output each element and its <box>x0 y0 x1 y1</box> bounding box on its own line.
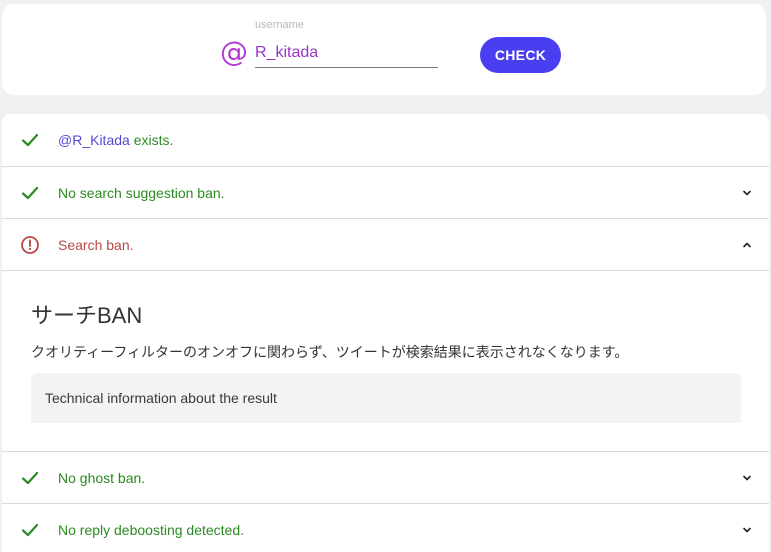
check-icon <box>21 133 39 147</box>
at-sign-icon: @ <box>220 35 248 68</box>
result-text: @R_Kitada exists. <box>58 132 174 148</box>
chevron-down-icon[interactable] <box>741 187 753 199</box>
search-card: @ username CHECK <box>2 4 766 95</box>
chevron-down-icon[interactable] <box>741 524 753 536</box>
username-input[interactable] <box>255 38 438 68</box>
result-text: Search ban. <box>58 236 134 253</box>
result-text: No reply deboosting detected. <box>58 521 245 538</box>
result-row-ghost-ban[interactable]: No ghost ban. <box>2 451 769 503</box>
chevron-up-icon[interactable] <box>741 239 753 251</box>
user-link[interactable]: @R_Kitada <box>58 132 130 148</box>
result-row-reply-deboosting[interactable]: No reply deboosting detected. <box>2 503 769 552</box>
chevron-down-icon[interactable] <box>741 472 753 484</box>
check-icon <box>21 523 39 536</box>
check-button[interactable]: CHECK <box>480 37 561 73</box>
search-ban-detail-panel: サーチBAN クオリティーフィルターのオンオフに関わらず、ツイートが検索結果に表… <box>2 270 769 451</box>
result-text: No search suggestion ban. <box>58 184 225 201</box>
result-row-exists: @R_Kitada exists. <box>2 114 769 166</box>
username-label: username <box>255 19 304 31</box>
result-row-search-suggestion[interactable]: No search suggestion ban. <box>2 166 769 218</box>
check-icon <box>21 186 39 199</box>
alert-circle-icon <box>21 235 39 254</box>
technical-info-label: Technical information about the result <box>45 390 277 406</box>
result-row-search-ban[interactable]: Search ban. <box>2 218 769 270</box>
result-text: No ghost ban. <box>58 469 146 486</box>
check-icon <box>21 471 39 484</box>
technical-info-box[interactable]: Technical information about the result <box>31 373 741 423</box>
results-list: @R_Kitada exists. No search suggestion b… <box>2 114 769 552</box>
detail-title: サーチBAN <box>31 303 143 328</box>
detail-description: クオリティーフィルターのオンオフに関わらず、ツイートが検索結果に表示されなくなり… <box>31 344 629 360</box>
